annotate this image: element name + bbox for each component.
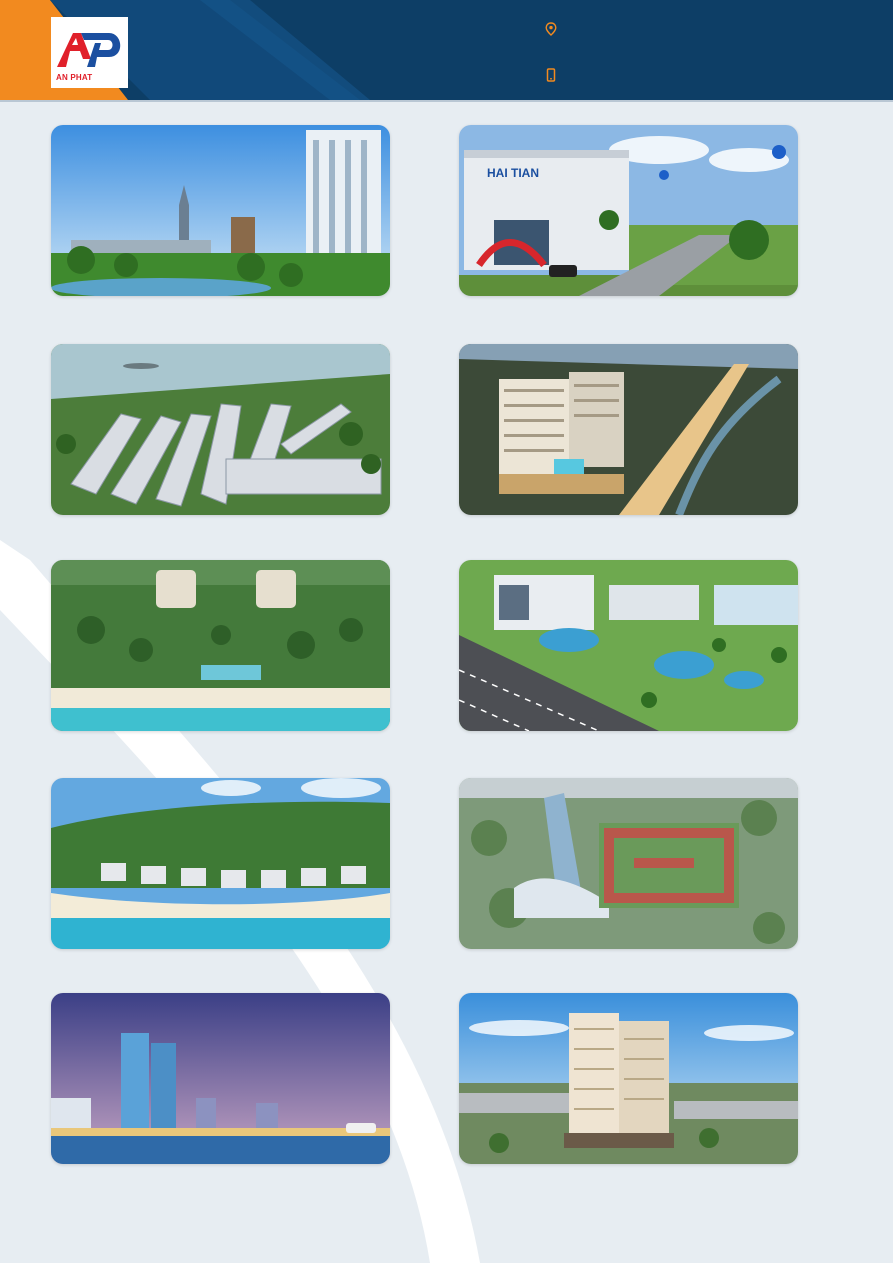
project-photo-10[interactable] xyxy=(459,993,798,1164)
logo-caption: AN PHAT xyxy=(56,73,93,82)
header-background xyxy=(0,0,893,100)
beach-resort-image xyxy=(51,560,390,731)
project-photo-3[interactable] xyxy=(51,344,390,515)
company-logo[interactable]: AN PHAT xyxy=(51,17,128,88)
riverside-tower-image xyxy=(51,125,390,296)
dusk-tower-image xyxy=(459,344,798,515)
glass-tower-image xyxy=(459,778,798,949)
map-pin-icon xyxy=(545,22,557,36)
project-photo-4[interactable] xyxy=(459,344,798,515)
industrial-complex-image xyxy=(459,560,798,731)
page-header: AN PHAT xyxy=(0,0,893,102)
mobile-phone-icon xyxy=(546,68,556,82)
twilight-towers-image xyxy=(51,993,390,1164)
factory-signage: HAI TIAN xyxy=(487,166,539,180)
project-photo-1[interactable] xyxy=(51,125,390,296)
residential-tower-image xyxy=(459,993,798,1164)
project-photo-8[interactable] xyxy=(459,778,798,949)
villa-rows-image xyxy=(51,344,390,515)
beachfront-villas-image xyxy=(51,778,390,949)
factory-ceremony-image: HAI TIAN xyxy=(459,125,798,296)
project-photo-9[interactable] xyxy=(51,993,390,1164)
project-photo-7[interactable] xyxy=(51,778,390,949)
project-photo-6[interactable] xyxy=(459,560,798,731)
project-photo-2[interactable]: HAI TIAN xyxy=(459,125,798,296)
project-photo-5[interactable] xyxy=(51,560,390,731)
